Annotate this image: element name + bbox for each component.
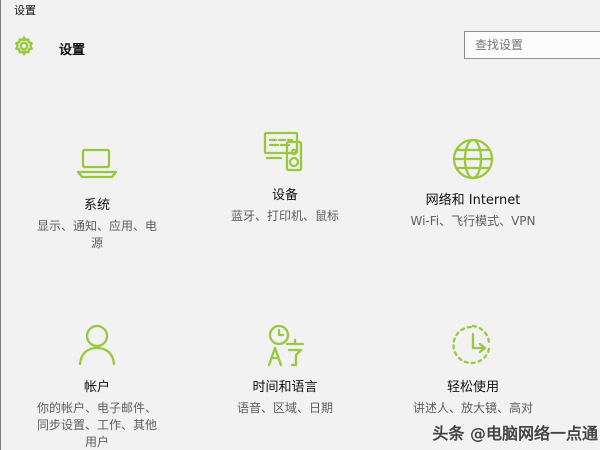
tile-description: 蓝牙、打印机、鼠标 bbox=[230, 209, 339, 223]
tile-label: 轻松使用 bbox=[446, 380, 499, 395]
tile-description: Wi-Fi、飞行模式、VPN bbox=[410, 214, 536, 228]
tile-label: 时间和语言 bbox=[252, 380, 318, 395]
globe-icon bbox=[447, 133, 499, 185]
user-icon bbox=[71, 320, 123, 372]
tile-description: 讲述人、放大镜、高对 bbox=[412, 401, 533, 415]
settings-window: 设置 设置 系统 显示、通知、应用、电 源 bbox=[0, 0, 600, 450]
watermark-text: 头条 @电脑网络一点通 bbox=[432, 424, 598, 443]
tile-label: 系统 bbox=[83, 198, 110, 213]
devices-icon bbox=[259, 128, 311, 180]
window-title: 设置 bbox=[14, 4, 36, 17]
tile-label: 设备 bbox=[271, 188, 298, 203]
search-input[interactable] bbox=[464, 31, 600, 59]
ease-of-access-icon bbox=[447, 320, 499, 372]
gear-icon bbox=[13, 35, 35, 57]
time-language-icon bbox=[259, 320, 311, 372]
tile-label: 网络和 Internet bbox=[425, 193, 521, 208]
tile-description: 显示、通知、应用、电 源 bbox=[36, 219, 157, 250]
tile-description: 你的帐户、电子邮件、 同步设置、工作、其他 用户 bbox=[36, 401, 157, 449]
page-title: 设置 bbox=[59, 43, 86, 58]
tile-description: 语音、区域、日期 bbox=[236, 401, 333, 415]
laptop-icon bbox=[71, 138, 123, 190]
tile-label: 帐户 bbox=[83, 380, 110, 395]
